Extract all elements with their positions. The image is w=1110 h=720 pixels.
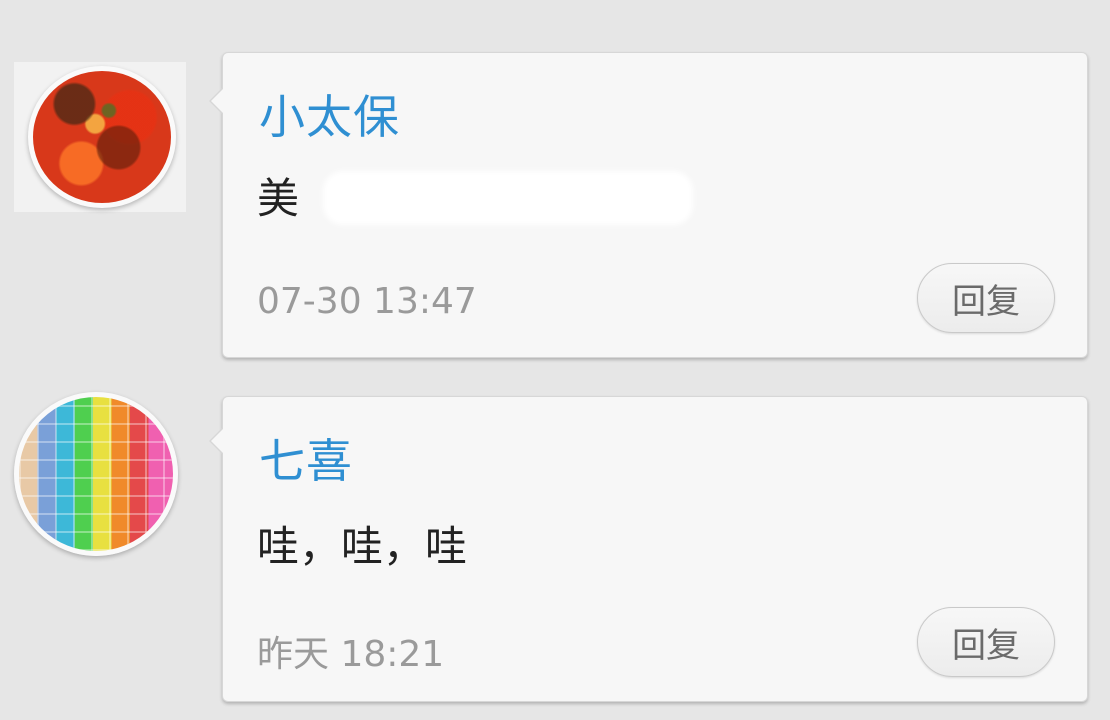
comment-text: 美 [257, 174, 300, 223]
username[interactable]: 小太保 [259, 81, 400, 147]
comment-text: 哇，哇，哇 [257, 522, 468, 571]
reply-button[interactable]: 回复 [917, 607, 1055, 677]
timestamp: 昨天 18:21 [257, 634, 445, 675]
avatar-container [14, 392, 178, 556]
comment-item: 七喜 哇，哇，哇 昨天 18:21 回复 [0, 370, 1110, 720]
bubble-pointer [209, 427, 224, 455]
username[interactable]: 七喜 [259, 425, 353, 491]
comment-card: 七喜 哇，哇，哇 昨天 18:21 回复 [209, 396, 1088, 702]
avatar-container [14, 62, 186, 212]
comment-card: 小太保 美 07-30 13:47 回复 [209, 52, 1088, 358]
timestamp: 07-30 13:47 [257, 281, 477, 322]
comment-item: 小太保 美 07-30 13:47 回复 [0, 0, 1110, 370]
avatar[interactable] [28, 66, 176, 208]
reply-button[interactable]: 回复 [917, 263, 1055, 333]
redacted-text-overlay [323, 171, 693, 225]
bubble-pointer [209, 87, 224, 115]
avatar[interactable] [14, 392, 178, 556]
